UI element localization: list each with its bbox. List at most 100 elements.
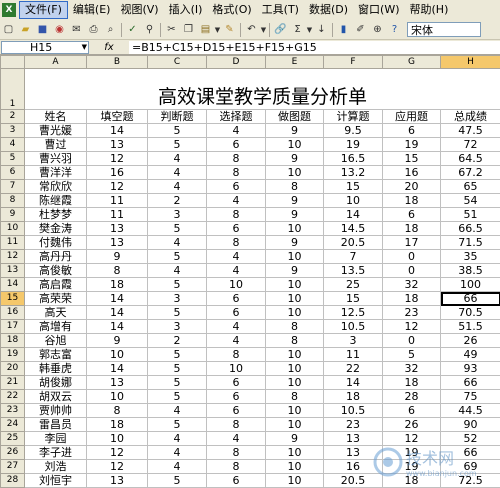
- score-cell[interactable]: 11: [324, 348, 383, 362]
- score-cell[interactable]: 10: [266, 404, 324, 418]
- score-cell[interactable]: 8: [207, 152, 266, 166]
- score-cell[interactable]: 选择题: [207, 110, 266, 124]
- score-cell[interactable]: 14: [87, 306, 148, 320]
- score-cell[interactable]: 49: [441, 348, 500, 362]
- score-cell[interactable]: 2: [148, 194, 207, 208]
- score-cell[interactable]: 5: [148, 390, 207, 404]
- name-cell[interactable]: 曹兴羽: [25, 152, 87, 166]
- score-cell[interactable]: 10: [266, 138, 324, 152]
- score-cell[interactable]: 18: [87, 418, 148, 432]
- score-cell[interactable]: 10: [207, 362, 266, 376]
- help-icon[interactable]: ?: [387, 22, 402, 37]
- score-cell[interactable]: 6: [207, 292, 266, 306]
- score-cell[interactable]: 5: [148, 278, 207, 292]
- score-cell[interactable]: 4: [148, 152, 207, 166]
- spelling-icon[interactable]: ✓: [125, 22, 140, 37]
- score-cell[interactable]: 5: [148, 348, 207, 362]
- undo-dropdown-icon[interactable]: ▼: [260, 26, 267, 34]
- select-all-corner[interactable]: [1, 56, 25, 69]
- score-cell[interactable]: 10: [266, 278, 324, 292]
- score-cell[interactable]: 3: [324, 334, 383, 348]
- score-cell[interactable]: 4: [207, 124, 266, 138]
- name-cell[interactable]: 胡俊娜: [25, 376, 87, 390]
- score-cell[interactable]: 75: [441, 390, 500, 404]
- save-icon[interactable]: ■: [35, 22, 50, 37]
- column-header-d[interactable]: D: [207, 56, 266, 69]
- score-cell[interactable]: 4: [207, 334, 266, 348]
- score-cell[interactable]: 10: [266, 292, 324, 306]
- score-cell[interactable]: 13: [87, 474, 148, 488]
- email-icon[interactable]: ✉: [69, 22, 84, 37]
- score-cell[interactable]: 6: [207, 222, 266, 236]
- score-cell[interactable]: 12: [87, 152, 148, 166]
- score-cell[interactable]: 4: [148, 446, 207, 460]
- score-cell[interactable]: 6: [207, 180, 266, 194]
- zoom-icon[interactable]: ⊕: [370, 22, 385, 37]
- score-cell[interactable]: 4: [207, 194, 266, 208]
- formula-input[interactable]: =B15+C15+D15+E15+F15+G15: [129, 41, 500, 54]
- score-cell[interactable]: 9: [87, 334, 148, 348]
- row-header[interactable]: 6: [1, 166, 25, 180]
- row-header[interactable]: 13: [1, 264, 25, 278]
- row-header[interactable]: 25: [1, 432, 25, 446]
- score-cell[interactable]: 20: [383, 180, 441, 194]
- score-cell[interactable]: 35: [441, 250, 500, 264]
- score-cell[interactable]: 4: [148, 460, 207, 474]
- print-preview-icon[interactable]: ⌕: [103, 22, 118, 37]
- drawing-icon[interactable]: ✐: [353, 22, 368, 37]
- row-header[interactable]: 9: [1, 208, 25, 222]
- score-cell[interactable]: 15: [324, 180, 383, 194]
- name-cell[interactable]: 曹洋洋: [25, 166, 87, 180]
- score-cell[interactable]: 10: [266, 306, 324, 320]
- score-cell[interactable]: 5: [148, 474, 207, 488]
- name-cell[interactable]: 曹光媛: [25, 124, 87, 138]
- row-header[interactable]: 18: [1, 334, 25, 348]
- score-cell[interactable]: 15: [383, 152, 441, 166]
- score-cell[interactable]: 10.5: [324, 320, 383, 334]
- score-cell[interactable]: 25: [324, 278, 383, 292]
- score-cell[interactable]: 18: [383, 376, 441, 390]
- row-header[interactable]: 19: [1, 348, 25, 362]
- score-cell[interactable]: 64.5: [441, 152, 500, 166]
- score-cell[interactable]: 9: [266, 264, 324, 278]
- score-cell[interactable]: 4: [207, 250, 266, 264]
- score-cell[interactable]: 8: [207, 166, 266, 180]
- score-cell[interactable]: 10: [87, 348, 148, 362]
- row-header[interactable]: 27: [1, 460, 25, 474]
- score-cell[interactable]: 54: [441, 194, 500, 208]
- score-cell[interactable]: 4: [148, 236, 207, 250]
- research-icon[interactable]: ⚲: [142, 22, 157, 37]
- score-cell[interactable]: 9: [266, 208, 324, 222]
- score-cell[interactable]: 10: [266, 474, 324, 488]
- column-header-g[interactable]: G: [383, 56, 441, 69]
- cut-icon[interactable]: ✂: [164, 22, 179, 37]
- score-cell[interactable]: 22: [324, 362, 383, 376]
- score-cell[interactable]: 16: [87, 166, 148, 180]
- score-cell[interactable]: 26: [441, 334, 500, 348]
- score-cell[interactable]: 14: [87, 320, 148, 334]
- score-cell[interactable]: 8: [266, 320, 324, 334]
- score-cell[interactable]: 93: [441, 362, 500, 376]
- menu-view[interactable]: 视图(V): [115, 1, 163, 19]
- menu-data[interactable]: 数据(D): [304, 1, 353, 19]
- active-cell[interactable]: 66: [441, 292, 500, 306]
- score-cell[interactable]: 72: [441, 138, 500, 152]
- name-cell[interactable]: 李子进: [25, 446, 87, 460]
- paste-icon[interactable]: ▤: [198, 22, 213, 37]
- score-cell[interactable]: 9: [266, 432, 324, 446]
- score-cell[interactable]: 8: [87, 264, 148, 278]
- score-cell[interactable]: 90: [441, 418, 500, 432]
- score-cell[interactable]: 14: [324, 376, 383, 390]
- menu-help[interactable]: 帮助(H): [405, 1, 454, 19]
- sheet-title[interactable]: 高效课堂教学质量分析单: [25, 69, 500, 110]
- score-cell[interactable]: 6: [383, 404, 441, 418]
- permission-icon[interactable]: ◉: [52, 22, 67, 37]
- score-cell[interactable]: 3: [148, 320, 207, 334]
- score-cell[interactable]: 65: [441, 180, 500, 194]
- score-cell[interactable]: 做图题: [266, 110, 324, 124]
- font-name-select[interactable]: 宋体: [407, 22, 481, 37]
- score-cell[interactable]: 5: [148, 138, 207, 152]
- score-cell[interactable]: 12: [87, 446, 148, 460]
- new-document-icon[interactable]: ▢: [1, 22, 16, 37]
- score-cell[interactable]: 6: [207, 138, 266, 152]
